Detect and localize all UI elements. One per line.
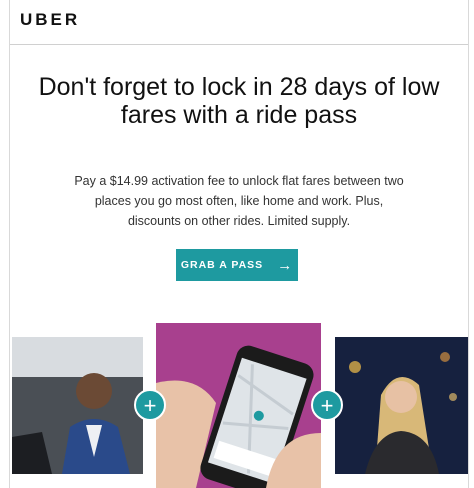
grab-a-pass-button[interactable]: GRAB A PASS → xyxy=(176,249,298,281)
email-header: UBER xyxy=(10,0,468,45)
phone-app-photo xyxy=(156,323,321,488)
headline: Don't forget to lock in 28 days of low f… xyxy=(38,73,440,129)
plus-icon: + xyxy=(134,389,166,421)
plus-icon: + xyxy=(311,389,343,421)
email-frame: UBER Don't forget to lock in 28 days of … xyxy=(9,0,469,488)
body-text: Pay a $14.99 activation fee to unlock fl… xyxy=(74,174,404,228)
cta-label: GRAB A PASS xyxy=(180,259,264,271)
arrow-right-icon: → xyxy=(277,256,294,274)
rider-in-car-photo xyxy=(12,337,143,474)
uber-logo[interactable]: UBER xyxy=(20,10,80,30)
smiling-passenger-photo xyxy=(335,337,468,474)
